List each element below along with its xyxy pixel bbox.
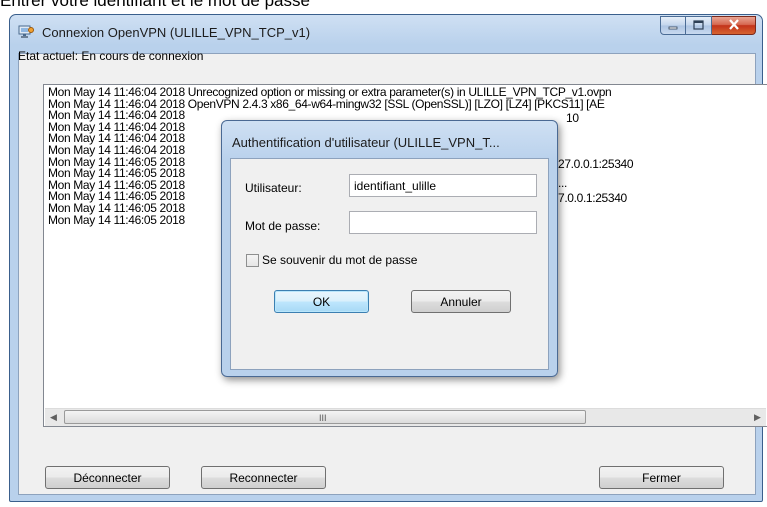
scroll-grip: III	[319, 413, 327, 423]
password-input[interactable]	[349, 211, 537, 234]
close-icon	[728, 18, 740, 33]
horizontal-scrollbar[interactable]: ◀ III ▶	[45, 408, 766, 426]
window-title: Connexion OpenVPN (ULILLE_VPN_TCP_v1)	[42, 25, 311, 40]
username-label: Utilisateur:	[245, 181, 302, 195]
close-window-button[interactable]: Fermer	[599, 466, 724, 489]
minimize-button[interactable]	[660, 16, 686, 35]
remember-password-label[interactable]: Se souvenir du mot de passe	[262, 253, 417, 267]
scroll-left-button[interactable]: ◀	[45, 409, 62, 426]
password-label: Mot de passe:	[245, 219, 321, 233]
ok-button[interactable]: OK	[274, 290, 369, 313]
dialog-title: Authentification d'utilisateur (ULILLE_V…	[232, 135, 500, 150]
remember-password-checkbox[interactable]	[246, 254, 259, 267]
reconnect-button[interactable]: Reconnecter	[201, 466, 326, 489]
maximize-button[interactable]	[686, 16, 712, 35]
username-input[interactable]	[349, 174, 537, 197]
authentication-dialog: Authentification d'utilisateur (ULILLE_V…	[221, 120, 558, 377]
log-fragment: 10	[566, 111, 579, 125]
openvpn-monitor-icon	[18, 25, 34, 39]
maximize-icon	[693, 19, 704, 33]
log-fragment: ...	[558, 176, 567, 190]
scroll-right-arrow-icon: ▶	[754, 412, 761, 422]
caption-buttons	[660, 16, 756, 36]
connection-status-label: Etat actuel: En cours de connexion	[18, 49, 204, 63]
close-button[interactable]	[712, 16, 756, 35]
log-fragment: 7.0.0.1:25340	[558, 191, 627, 205]
disconnect-button[interactable]: Déconnecter	[45, 466, 170, 489]
instruction-caption: Entrer votre identifiant et le mot de pa…	[0, 0, 310, 10]
scroll-right-button[interactable]: ▶	[749, 409, 766, 426]
log-fragment: 27.0.0.1:25340	[558, 157, 634, 171]
minimize-icon	[668, 19, 678, 33]
scroll-left-arrow-icon: ◀	[50, 412, 57, 422]
cancel-button[interactable]: Annuler	[411, 290, 511, 313]
title-bar[interactable]: Connexion OpenVPN (ULILLE_VPN_TCP_v1)	[10, 15, 762, 49]
scroll-thumb[interactable]: III	[64, 410, 586, 424]
